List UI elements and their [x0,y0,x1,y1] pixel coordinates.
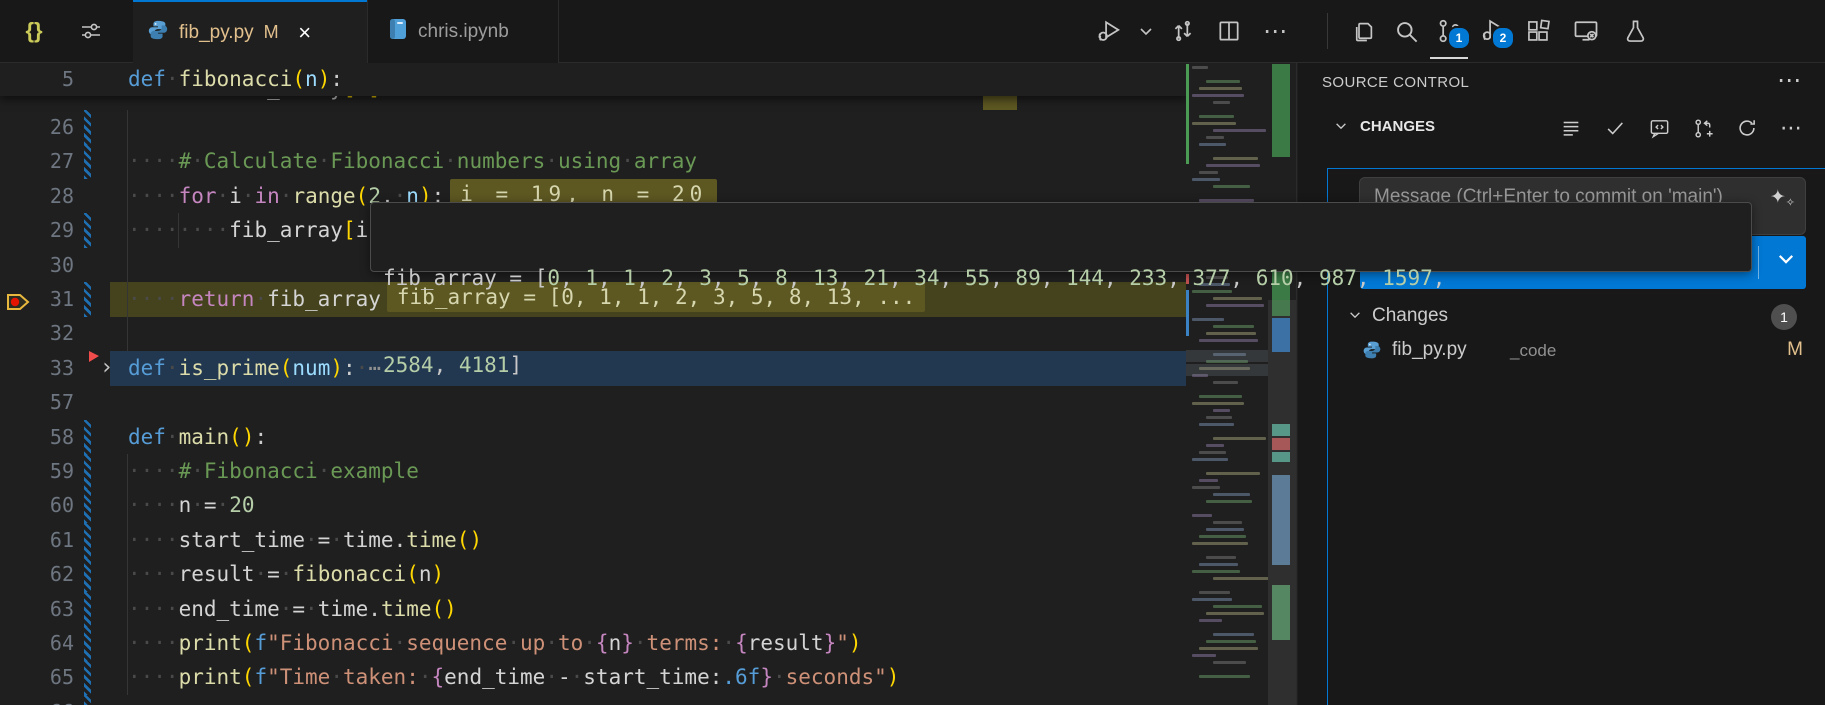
line-number[interactable]: 63 [0,592,74,626]
python-file-icon [147,19,169,46]
changes-section-header[interactable]: CHANGES [1298,110,1825,146]
line-number[interactable]: 61 [0,523,74,557]
create-pull-request-icon[interactable] [1689,114,1717,142]
code-line-62[interactable]: 62····result·=·fibonacci(n) [0,557,1186,592]
tooltip-line-1: fib_array = [0, 1, 1, 2, 3, 5, 8, 13, 21… [383,264,1739,293]
extensions-icon[interactable] [1523,16,1553,46]
modified-line-gutter-stripe [84,523,91,558]
tab-fib-py[interactable]: fib_py.py M × [133,0,367,63]
toolbar-divider [1327,13,1328,49]
testing-beaker-icon[interactable] [1620,16,1650,46]
inline-hint-fragment [983,96,1017,110]
vscode-window: {} fib_py.py M × [0,0,1825,705]
run-and-debug-icon[interactable]: 2 [1478,16,1508,46]
modified-line-gutter-stripe [84,488,91,523]
sticky-line-code: def·fibonacci(n): [128,62,343,96]
line-number[interactable]: 60 [0,488,74,522]
tooltip-line-2: 2584, 4181] [383,351,1739,380]
section-chevron-icon[interactable] [1334,119,1348,138]
panel-title: SOURCE CONTROL [1322,74,1469,91]
generate-commit-message-sparkle-icon[interactable]: ✦✧ [1770,186,1795,209]
changes-count-badge: 1 [1771,304,1797,330]
debug-badge: 2 [1491,26,1515,50]
tab-chris-ipynb[interactable]: chris.ipynb [367,0,559,63]
modified-line-gutter-stripe [84,420,91,455]
line-number[interactable]: 57 [0,385,74,419]
editor-more-actions-icon[interactable]: ⋯ [1260,16,1290,46]
commit-dropdown-chevron-icon[interactable] [1776,249,1796,274]
source-control-badge: 1 [1447,26,1471,50]
debug-value-tooltip: fib_array = [0, 1, 1, 2, 3, 5, 8, 13, 21… [370,202,1752,272]
line-number[interactable]: 62 [0,557,74,591]
tab-label: fib_py.py [179,22,254,44]
fold-chevron-icon[interactable]: › [100,351,113,385]
notebook-file-icon [388,18,408,45]
panel-more-icon[interactable]: ⋯ [1777,66,1801,95]
commit-check-icon[interactable] [1601,114,1629,142]
sticky-line-number: 5 [0,62,74,96]
line-number[interactable]: 33 [0,351,74,385]
gutter-flag-icon [89,351,99,362]
sticky-scroll-line[interactable]: 5 def·fibonacci(n): [0,62,1186,96]
modified-line-gutter-stripe [84,592,91,627]
modified-line-gutter-stripe [84,695,91,705]
modified-line-gutter-stripe [84,213,91,248]
line-number[interactable]: 58 [0,420,74,454]
code-line-26[interactable]: 26 [0,110,1186,145]
modified-line-gutter-stripe [84,144,91,179]
line-number[interactable]: 59 [0,454,74,488]
commit-split-divider [1758,246,1759,279]
refresh-icon[interactable] [1733,114,1761,142]
line-number[interactable]: 27 [0,144,74,178]
partially-scrolled-line: ········fib_array[1]·=·1 [0,96,1186,110]
remote-explorer-icon[interactable] [1571,16,1601,46]
line-number[interactable]: 26 [0,110,74,144]
layout-controls-icon[interactable] [76,16,106,46]
code-line-59[interactable]: 59····#·Fibonacci·example [0,454,1186,489]
modified-line-gutter-stripe [84,110,91,145]
line-number[interactable]: 64 [0,626,74,660]
modified-line-gutter-stripe [84,626,91,661]
tab-bar: {} fib_py.py M × [0,0,1825,63]
code-line-64[interactable]: 64····print(f"Fibonacci·sequence·up·to·{… [0,626,1186,661]
tab-close-icon[interactable]: × [293,20,317,46]
braces-icon[interactable]: {} [16,0,52,62]
open-changes-icon[interactable] [1168,16,1198,46]
section-more-icon[interactable]: ⋯ [1777,114,1805,142]
explorer-copy-icon[interactable] [1348,16,1378,46]
section-label: CHANGES [1360,118,1435,135]
line-number[interactable]: 65 [0,660,74,694]
line-number[interactable]: 32 [0,316,74,350]
modified-line-gutter-stripe [84,557,91,592]
line-number[interactable]: 66 [0,695,74,705]
source-control-icon[interactable]: 1 [1434,16,1464,46]
modified-status-badge: M [1787,339,1803,361]
line-number[interactable]: 30 [0,248,74,282]
modified-line-gutter-stripe [84,454,91,489]
run-dropdown-chevron-icon[interactable] [1136,16,1156,46]
line-number[interactable]: 28 [0,179,74,213]
line-number[interactable]: 29 [0,213,74,247]
tab-modified-indicator: M [264,22,279,43]
view-as-list-icon[interactable] [1557,114,1585,142]
comment-code-icon[interactable] [1645,114,1673,142]
code-line-63[interactable]: 63····end_time·=·time.time() [0,592,1186,627]
code-line-65[interactable]: 65····print(f"Time·taken:·{end_time·-·st… [0,660,1186,695]
modified-line-gutter-stripe [84,660,91,695]
code-line-66[interactable]: 66 [0,695,1186,705]
split-editor-icon[interactable] [1214,16,1244,46]
run-debug-python-icon[interactable] [1094,16,1124,46]
code-line-61[interactable]: 61····start_time·=·time.time() [0,523,1186,558]
code-line-27[interactable]: 27····#·Calculate·Fibonacci·numbers·usin… [0,144,1186,179]
search-icon[interactable] [1391,16,1421,46]
modified-line-gutter-stripe [84,282,91,317]
code-line-60[interactable]: 60····n·=·20 [0,488,1186,523]
tab-label: chris.ipynb [418,21,509,43]
active-view-underline [1430,57,1468,59]
